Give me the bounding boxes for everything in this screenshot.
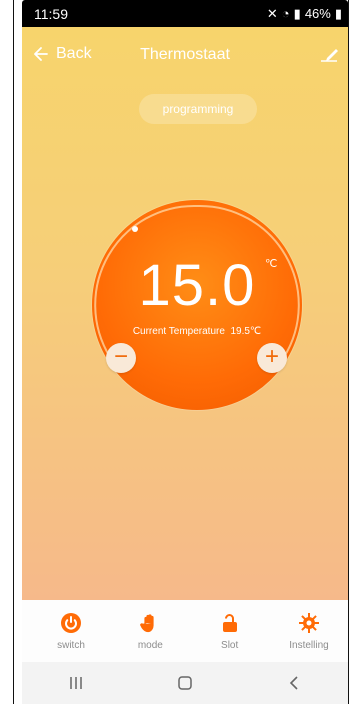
status-time: 11:59	[34, 5, 68, 22]
home-button[interactable]	[165, 668, 205, 698]
mode-pill[interactable]: programming	[139, 94, 257, 124]
recent-apps-button[interactable]	[56, 668, 96, 698]
status-indicators: ✕ ◔ ▮ 46% ▮	[267, 6, 342, 22]
power-icon	[61, 612, 81, 633]
tab-label-mode: mode	[137, 639, 163, 651]
decrease-temperature-button[interactable]: −	[106, 343, 136, 373]
bottom-tab-bar: switch mode Slot Instelling	[22, 600, 348, 662]
back-system-button[interactable]	[274, 668, 314, 698]
tab-label-slot: Slot	[221, 639, 239, 651]
mute-icon: ✕	[266, 5, 278, 21]
tab-label-switch: switch	[57, 639, 85, 651]
hand-icon	[140, 613, 154, 632]
gear-icon	[298, 612, 319, 633]
thermostat-screen: Back Thermostaat programming 15.0 ℃ Curr…	[22, 27, 348, 600]
current-temperature-value: 19.5℃	[230, 326, 262, 337]
battery-icon: ▮	[334, 5, 342, 21]
battery-percent: 46%	[304, 6, 331, 21]
signal-icon: ▮	[293, 5, 301, 21]
unlock-icon	[222, 613, 237, 632]
tab-label-instelling: Instelling	[289, 639, 329, 651]
temperature-dial[interactable]: 15.0 ℃ Current Temperature 19.5℃ − +	[92, 200, 302, 410]
tab-instelling[interactable]: Instelling	[274, 604, 344, 658]
app-header: Back Thermostaat	[22, 27, 348, 85]
home-icon	[178, 676, 192, 690]
back-chevron-icon	[289, 676, 298, 690]
tab-mode[interactable]: mode	[115, 604, 185, 658]
wifi-icon: ◔	[281, 6, 290, 21]
tab-switch[interactable]: switch	[36, 604, 106, 658]
status-bar: 11:59 ✕ ◔ ▮ 46% ▮	[22, 0, 348, 27]
tab-slot[interactable]: Slot	[195, 604, 265, 658]
increase-temperature-button[interactable]: +	[257, 343, 287, 373]
current-temperature-label: Current Temperature	[132, 326, 225, 337]
setpoint-unit: ℃	[265, 258, 278, 270]
system-nav-bar	[22, 662, 348, 704]
recent-apps-icon	[70, 677, 83, 689]
edit-icon[interactable]	[318, 45, 340, 63]
page-title: Thermostaat	[140, 46, 230, 63]
current-temperature: Current Temperature 19.5℃	[92, 326, 302, 337]
